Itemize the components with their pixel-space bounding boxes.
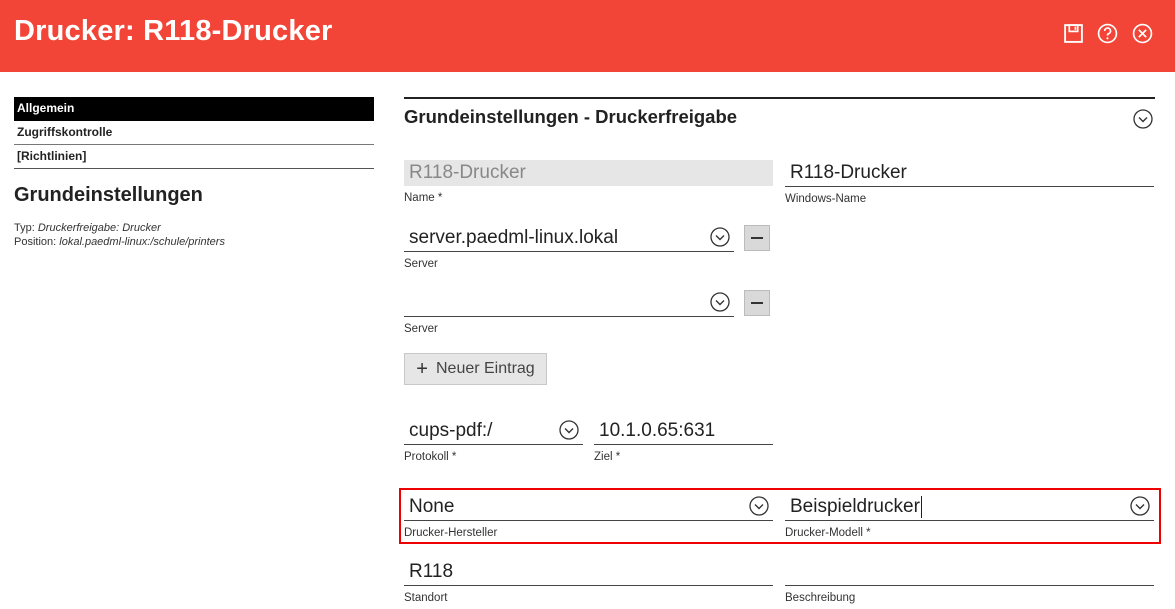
protokoll-label: Protokoll *	[404, 451, 457, 463]
page-title: Drucker: R118-Drucker	[14, 15, 333, 47]
help-icon[interactable]	[1096, 22, 1118, 44]
section-title: Grundeinstellungen - Druckerfreigabe	[404, 106, 738, 127]
add-entry-button[interactable]: + Neuer Eintrag	[404, 353, 547, 385]
close-icon[interactable]	[1131, 22, 1153, 44]
remove-server-button-2[interactable]	[744, 290, 770, 316]
modell-field: Beispieldrucker Drucker-Modell *	[785, 494, 1154, 539]
sidebar-item-zugriffskontrolle[interactable]: Zugriffskontrolle	[14, 121, 374, 145]
server-label-2: Server	[404, 323, 438, 335]
chevron-down-icon[interactable]	[710, 227, 730, 247]
modell-select[interactable]: Beispieldrucker	[785, 494, 1154, 521]
modell-label: Drucker-Modell *	[785, 527, 871, 539]
save-icon[interactable]	[1062, 22, 1084, 44]
server-select-2[interactable]	[404, 290, 734, 317]
ziel-input[interactable]: 10.1.0.65:631	[594, 418, 773, 445]
sidebar-nav: Allgemein Zugriffskontrolle [Richtlinien…	[14, 97, 374, 169]
text-cursor	[920, 495, 922, 518]
protokoll-value: cups-pdf:/	[409, 420, 493, 441]
hersteller-label: Drucker-Hersteller	[404, 527, 498, 539]
server-field-1: server.paedml-linux.lokal Server	[404, 225, 734, 270]
chevron-down-icon[interactable]	[559, 420, 579, 440]
sidebar-item-richtlinien[interactable]: [Richtlinien]	[14, 145, 374, 169]
type-label: Typ:	[14, 222, 35, 234]
sidebar-title: Grundeinstellungen	[14, 184, 203, 206]
hersteller-select[interactable]: None	[404, 494, 773, 521]
object-info: Typ: Druckerfreigabe: Drucker Position: …	[14, 221, 225, 249]
server-value-1: server.paedml-linux.lokal	[409, 227, 619, 248]
name-field: R118-Drucker Name *	[404, 160, 773, 204]
server-select-1[interactable]: server.paedml-linux.lokal	[404, 225, 734, 252]
add-entry-label: Neuer Eintrag	[435, 360, 535, 377]
beschreibung-input[interactable]	[785, 559, 1154, 586]
chevron-down-icon[interactable]	[749, 496, 769, 516]
collapse-chevron-icon[interactable]	[1133, 109, 1153, 129]
sidebar-item-allgemein[interactable]: Allgemein	[14, 97, 374, 121]
standort-field: R118 Standort	[404, 559, 773, 604]
hersteller-value: None	[409, 496, 455, 517]
server-label-1: Server	[404, 258, 438, 270]
beschreibung-label: Beschreibung	[785, 592, 856, 604]
standort-label: Standort	[404, 592, 448, 604]
beschreibung-field: Beschreibung	[785, 559, 1154, 604]
section-divider	[404, 97, 1155, 99]
ziel-label: Ziel *	[594, 451, 621, 463]
modell-value: Beispieldrucker	[790, 496, 920, 517]
chevron-down-icon[interactable]	[1130, 496, 1150, 516]
ziel-field: 10.1.0.65:631 Ziel *	[594, 418, 773, 463]
server-field-2: Server	[404, 290, 734, 335]
plus-icon: +	[416, 358, 428, 380]
chevron-down-icon[interactable]	[710, 292, 730, 312]
name-label: Name *	[404, 192, 443, 204]
position-value: lokal.paedml-linux:/schule/printers	[59, 236, 225, 248]
protokoll-select[interactable]: cups-pdf:/	[404, 418, 583, 445]
windows-name-label: Windows-Name	[785, 193, 867, 205]
windows-name-field: R118-Drucker Windows-Name	[785, 160, 1154, 205]
protokoll-field: cups-pdf:/ Protokoll *	[404, 418, 583, 463]
remove-server-button-1[interactable]	[744, 225, 770, 251]
hersteller-field: None Drucker-Hersteller	[404, 494, 773, 539]
page-header: Drucker: R118-Drucker	[0, 0, 1175, 72]
position-label: Position:	[14, 236, 57, 248]
name-input[interactable]: R118-Drucker	[404, 160, 773, 186]
windows-name-input[interactable]: R118-Drucker	[785, 160, 1154, 187]
type-value: Druckerfreigabe: Drucker	[37, 222, 161, 234]
standort-input[interactable]: R118	[404, 559, 773, 586]
